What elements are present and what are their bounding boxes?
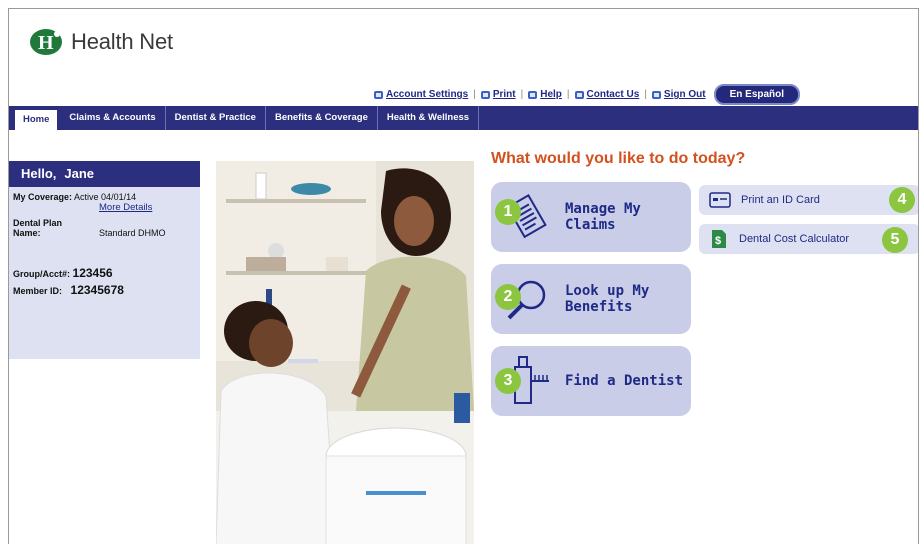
arrow-icon	[651, 90, 661, 99]
tab-health-wellness[interactable]: Health & Wellness	[378, 106, 480, 130]
step-number: 2	[495, 284, 521, 310]
page-headline: What would you like to do today?	[491, 150, 746, 167]
step-number: 3	[495, 368, 521, 394]
print-id-card-button[interactable]: Print an ID Card	[699, 185, 918, 215]
logo-letter: H	[38, 32, 54, 54]
family-brushing-teeth-photo	[216, 161, 474, 544]
tab-home[interactable]: Home	[15, 110, 58, 130]
arrow-icon	[574, 90, 584, 99]
step-number: 1	[495, 199, 521, 225]
find-a-dentist-button[interactable]: Find a Dentist	[491, 346, 691, 416]
tab-benefits-coverage[interactable]: Benefits & Coverage	[266, 106, 378, 130]
manage-claims-button[interactable]: Manage My Claims	[491, 182, 691, 252]
help-link[interactable]: Help	[528, 89, 562, 100]
step-number: 4	[889, 187, 915, 213]
brand-name: Health Net	[71, 29, 173, 54]
print-link[interactable]: Print	[480, 89, 516, 100]
member-id-row: Member ID: 12345678	[13, 283, 124, 297]
tab-dentist-practice[interactable]: Dentist & Practice	[166, 106, 266, 130]
find-a-dentist-label: Find a Dentist	[565, 373, 684, 389]
arrow-icon	[528, 90, 538, 99]
sign-out-link[interactable]: Sign Out	[651, 89, 706, 100]
more-details-link[interactable]: More Details	[99, 202, 200, 213]
user-name: Jane	[64, 166, 95, 181]
espanol-button[interactable]: En Español	[713, 84, 801, 105]
look-up-benefits-button[interactable]: Look up My Benefits	[491, 264, 691, 334]
dental-cost-calculator-label: Dental Cost Calculator	[739, 233, 850, 245]
arrow-icon	[374, 90, 383, 99]
coverage-row: My Coverage: Active 04/01/14	[13, 192, 137, 202]
tab-claims-accounts[interactable]: Claims & Accounts	[60, 106, 166, 130]
step-number: 5	[882, 227, 908, 253]
member-sidebar: Hello, Jane My Coverage: Active 04/01/14 …	[9, 161, 200, 359]
health-net-logo-icon: H	[30, 29, 62, 55]
account-settings-link[interactable]: Account Settings	[374, 89, 468, 100]
health-net-logo[interactable]: H Health Net	[29, 27, 173, 57]
svg-text:$: $	[715, 235, 721, 247]
contact-us-link[interactable]: Contact Us	[574, 89, 639, 100]
utility-links: Account Settings | Print | Help | Contac…	[374, 84, 801, 105]
arrow-icon	[480, 90, 490, 99]
print-id-card-label: Print an ID Card	[741, 194, 820, 206]
group-row: Group/Acct#: 123456	[13, 266, 113, 280]
page-frame: H Health Net Account Settings | Print | …	[8, 8, 919, 544]
manage-claims-label: Manage My Claims	[565, 201, 641, 233]
main-nav: Home Claims & Accounts Dentist & Practic…	[9, 106, 918, 130]
plan-row: Dental Plan Name: Standard DHMO	[13, 218, 166, 238]
look-up-benefits-label: Look up My Benefits	[565, 283, 650, 315]
id-card-icon	[709, 192, 731, 208]
dollar-icon: $	[712, 230, 726, 248]
greeting: Hello, Jane	[9, 161, 200, 187]
